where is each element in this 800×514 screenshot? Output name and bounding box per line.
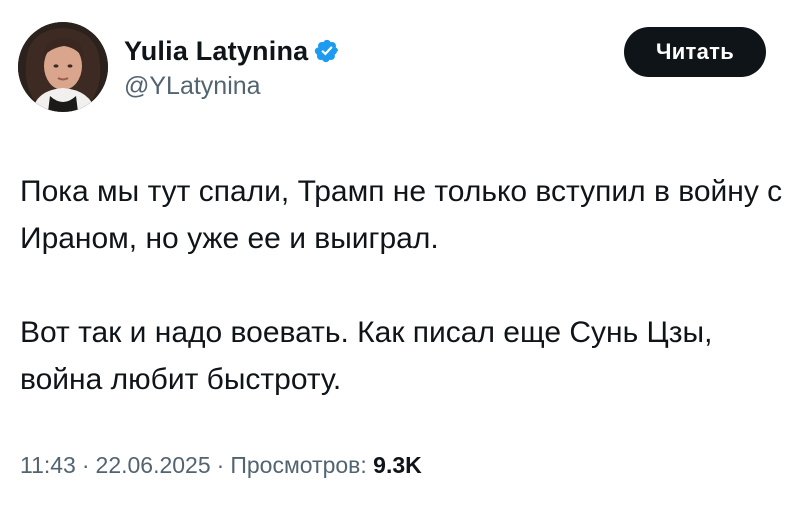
author-handle[interactable]: @YLatynina <box>124 72 340 101</box>
meta-separator: · <box>216 452 225 478</box>
tweet-card: Yulia Latynina @YLatynina Читать Пока мы… <box>0 0 800 514</box>
tweet-paragraph: Пока мы тут спали, Трамп не только вступ… <box>20 175 783 255</box>
views-count[interactable]: 9.3K <box>373 452 422 478</box>
author-display-name[interactable]: Yulia Latynina <box>124 36 308 67</box>
tweet-time[interactable]: 11:43 <box>20 452 76 478</box>
tweet-meta: 11:43 · 22.06.2025 · Просмотров: 9.3K <box>20 452 422 479</box>
views-label: Просмотров: <box>230 452 367 478</box>
name-row: Yulia Latynina <box>124 34 340 68</box>
follow-button[interactable]: Читать <box>624 27 766 77</box>
author-info: Yulia Latynina @YLatynina <box>124 34 340 101</box>
meta-separator: · <box>81 452 90 478</box>
tweet-text: Пока мы тут спали, Трамп не только вступ… <box>20 168 790 403</box>
tweet-date[interactable]: 22.06.2025 <box>96 452 211 478</box>
verified-badge-icon <box>314 38 340 64</box>
tweet-paragraph: Вот так и надо воевать. Как писал еще Су… <box>20 316 713 396</box>
avatar-photo-icon <box>18 22 108 112</box>
avatar[interactable] <box>18 22 108 112</box>
